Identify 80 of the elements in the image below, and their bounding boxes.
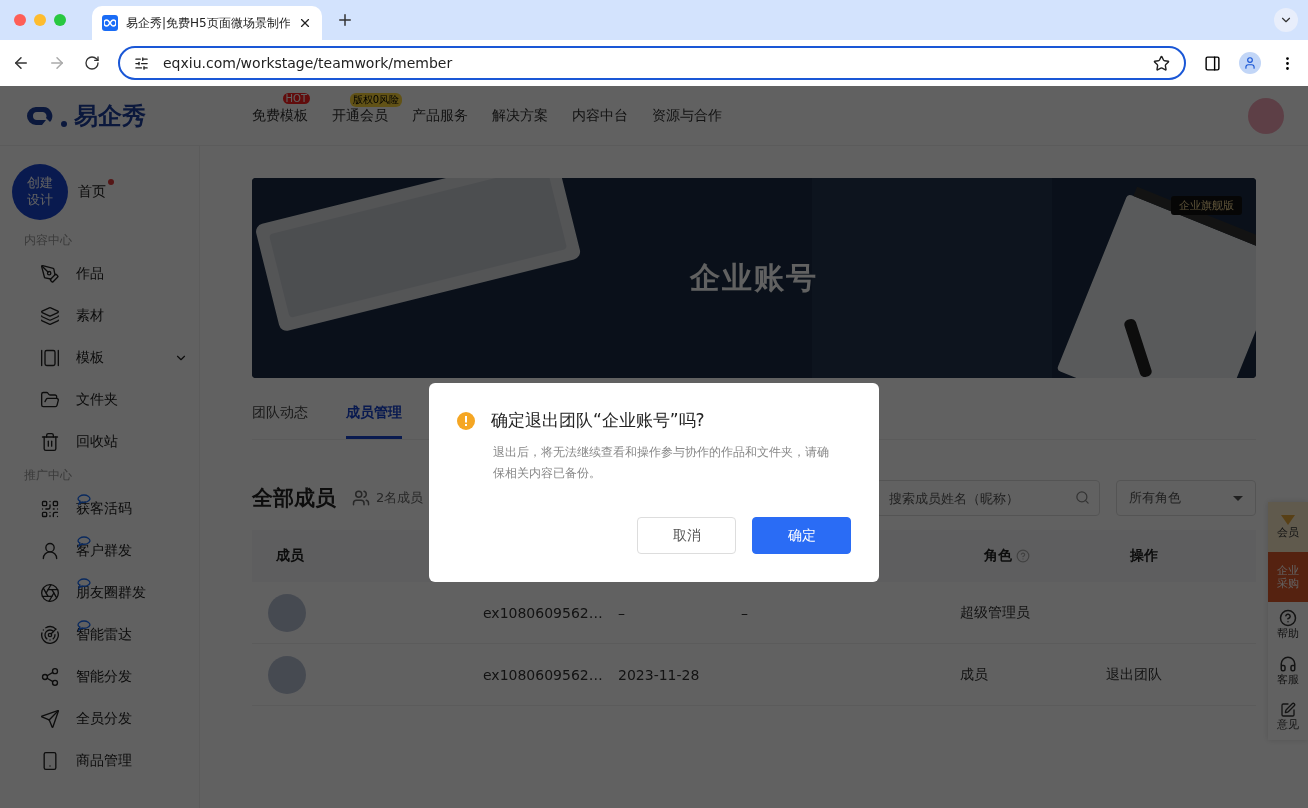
- sidebar-item[interactable]: 商品管理: [12, 740, 188, 782]
- nav-badge: HOT: [282, 92, 310, 104]
- nav-link[interactable]: 免费模板: [252, 106, 308, 125]
- layers-icon: [40, 306, 60, 326]
- confirm-button[interactable]: 确定: [752, 517, 851, 554]
- edition-badge: 企业旗舰版: [1171, 196, 1242, 215]
- tab[interactable]: 成员管理: [346, 396, 402, 439]
- column-header: 成员: [275, 547, 305, 565]
- nav-link[interactable]: 内容中台: [572, 106, 628, 125]
- reload-icon[interactable]: [84, 55, 100, 71]
- section-heading: 全部成员: [252, 485, 336, 512]
- diamond-icon: [1280, 514, 1296, 527]
- sidebar-item[interactable]: 素材: [12, 295, 188, 337]
- side-panel-icon[interactable]: [1204, 54, 1221, 72]
- nav-link[interactable]: 资源与合作: [652, 106, 722, 125]
- table-cell-text: ex1080609562…: [483, 604, 604, 621]
- nav-link[interactable]: 解决方案: [492, 106, 548, 125]
- home-link[interactable]: 首页: [78, 183, 106, 201]
- create-design-button[interactable]: 创建 设计: [12, 164, 68, 220]
- caret-icon: [1233, 495, 1243, 501]
- sidebar-item[interactable]: 回收站: [12, 421, 188, 463]
- nav-badge: 版权0风险: [349, 92, 402, 107]
- headset-icon: [1279, 655, 1297, 674]
- share-icon: [40, 667, 60, 687]
- site-settings-icon[interactable]: [134, 55, 149, 71]
- warning-icon: [457, 411, 475, 430]
- user-icon: [40, 541, 60, 561]
- cancel-button[interactable]: 取消: [637, 517, 736, 554]
- paper-plane-icon: [40, 709, 60, 729]
- site-icon: [102, 15, 118, 31]
- help-icon: [1016, 549, 1030, 563]
- toolbar-item[interactable]: 会员: [1268, 502, 1308, 552]
- sidebar-item[interactable]: 全员分发: [12, 698, 188, 740]
- action-link[interactable]: 退出团队: [1106, 665, 1256, 684]
- tab[interactable]: 团队动态: [252, 396, 308, 439]
- nav-link[interactable]: 产品服务: [412, 106, 468, 125]
- toolbar-item[interactable]: 帮助: [1268, 602, 1308, 648]
- dialog-message: 退出后，将无法继续查看和操作参与协作的作品和文件夹，请确保相关内容已备份。: [493, 444, 830, 482]
- sidebar-item[interactable]: 作品: [12, 253, 188, 295]
- new-tab-icon[interactable]: [336, 11, 354, 29]
- qr-code-icon: [40, 499, 60, 519]
- toolbar-item[interactable]: 客服: [1268, 648, 1308, 694]
- sidebar-item[interactable]: 智能雷达: [12, 614, 188, 656]
- toolbar-item[interactable]: 意见: [1268, 694, 1308, 740]
- browser-tab[interactable]: 易企秀|免费H5页面微场景制作: [92, 6, 322, 40]
- search-field[interactable]: 搜索成员姓名（昵称）: [876, 480, 1100, 516]
- profile-icon[interactable]: [1239, 52, 1261, 74]
- edit-icon: [1280, 702, 1296, 719]
- address-bar[interactable]: eqxiu.com/workstage/teamwork/member: [118, 46, 1186, 80]
- table-cell-text: 超级管理员: [960, 603, 1031, 622]
- table-cell-text: 成员: [960, 665, 989, 684]
- users-icon: [352, 489, 370, 507]
- table-cell-text: –: [741, 604, 749, 621]
- radar-icon: [40, 625, 60, 645]
- column-header: 操作: [1129, 547, 1159, 565]
- star-icon[interactable]: [1153, 54, 1170, 72]
- member-avatar: [268, 655, 306, 694]
- sidebar-item[interactable]: 智能分发: [12, 656, 188, 698]
- help-icon: [1279, 609, 1297, 628]
- member-avatar: [268, 593, 306, 632]
- sidebar-item[interactable]: 获客活码: [12, 488, 188, 530]
- toolbar-item[interactable]: 企业采购: [1268, 552, 1308, 602]
- table-cell-text: ex1080609562…: [483, 666, 604, 683]
- sidebar-item[interactable]: 客户群发: [12, 530, 188, 572]
- table-cell-text: –: [618, 604, 626, 621]
- banner-title: 企业账号: [690, 258, 818, 297]
- column-header: 角色: [960, 547, 1106, 565]
- sidebar-item[interactable]: 文件夹: [12, 379, 188, 421]
- sidebar-item[interactable]: 模板: [12, 337, 188, 379]
- nav-link[interactable]: 开通会员: [332, 106, 388, 125]
- aperture-icon: [40, 583, 60, 603]
- close-icon[interactable]: [298, 16, 312, 30]
- template-icon: [40, 348, 60, 368]
- logo[interactable]: 易企秀: [24, 99, 252, 132]
- table-cell-text: 2023-11-28: [618, 666, 701, 683]
- role-select[interactable]: 所有角色: [1116, 480, 1256, 516]
- trash-icon: [40, 432, 60, 452]
- dialog-title: 确定退出团队“企业账号”吗?: [491, 409, 705, 432]
- back-icon[interactable]: [12, 54, 30, 72]
- folder-icon: [40, 390, 60, 410]
